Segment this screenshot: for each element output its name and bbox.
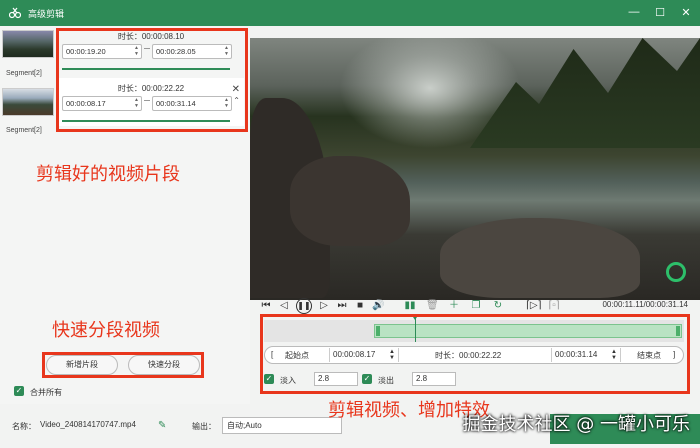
segment-thumbnails: Segment[2] Segment[2] bbox=[0, 26, 56, 144]
title-bar: 高级剪辑 — ☐ ✕ bbox=[0, 0, 700, 26]
window-title: 高级剪辑 bbox=[28, 8, 65, 19]
delete-icon[interactable]: 🗑 bbox=[426, 300, 439, 312]
skip-start-icon[interactable]: ⏮ bbox=[260, 300, 272, 312]
annotation-box bbox=[260, 314, 690, 394]
minimize-icon[interactable]: — bbox=[628, 4, 640, 20]
name-field[interactable]: Video_240814170747.mp4 bbox=[36, 417, 174, 434]
maximize-icon[interactable]: ☐ bbox=[654, 4, 666, 20]
segment-thumbnail[interactable] bbox=[2, 88, 54, 116]
segment-thumb-label: Segment[2] bbox=[6, 70, 42, 77]
next-frame-icon[interactable]: ▷ bbox=[318, 300, 330, 312]
annotation-split: 快速分段视频 bbox=[52, 320, 160, 341]
watermark-text: 掘金技术社区 @ 一罐小可乐 bbox=[462, 414, 690, 435]
output-select[interactable]: 自动;Auto bbox=[222, 417, 342, 434]
pause-icon[interactable]: ❚❚ bbox=[296, 298, 312, 314]
merge-all-label: 合并所有 bbox=[30, 388, 62, 397]
stop-icon[interactable]: ■ bbox=[354, 300, 366, 312]
close-icon[interactable]: ✕ bbox=[680, 4, 692, 20]
edit-icon[interactable]: ✎ bbox=[158, 420, 166, 431]
mark-out-icon[interactable]: ⌈▫⌉ bbox=[548, 300, 560, 312]
segment-panel: Segment[2] Segment[2] 时长：00:00:08.10 00:… bbox=[0, 26, 250, 404]
annotation-box bbox=[56, 28, 248, 132]
output-label: 输出： bbox=[192, 422, 216, 431]
segment-thumb-label: Segment[2] bbox=[6, 127, 42, 134]
video-rock bbox=[440, 218, 640, 298]
merge-all-checkbox[interactable]: ✓ bbox=[14, 386, 24, 396]
split-icon[interactable]: ▮▮ bbox=[404, 300, 416, 312]
editor-panel: ⏮ ◁ ❚❚ ▷ ⏭ ■ 🔊 ▮▮ 🗑 ＋ ❐ ↻ ⌈▷⌉ ⌈▫⌉ 00:00:… bbox=[250, 26, 700, 404]
prev-frame-icon[interactable]: ◁ bbox=[278, 300, 290, 312]
name-label: 名称： bbox=[12, 422, 36, 431]
quick-split-button[interactable]: 快速分段 bbox=[128, 355, 200, 375]
app-logo-icon bbox=[8, 6, 22, 20]
player-controls: ⏮ ◁ ❚❚ ▷ ⏭ ■ 🔊 ▮▮ 🗑 ＋ ❐ ↻ ⌈▷⌉ ⌈▫⌉ 00:00:… bbox=[250, 294, 700, 316]
watermark-logo-icon bbox=[666, 262, 686, 282]
annotation-segments: 剪辑好的视频片段 bbox=[36, 164, 180, 185]
time-display: 00:00:11.11/00:00:31.14 bbox=[602, 300, 688, 309]
reset-icon[interactable]: ↻ bbox=[492, 300, 504, 312]
video-trees bbox=[470, 38, 700, 148]
copy-icon[interactable]: ❐ bbox=[470, 300, 482, 312]
add-icon[interactable]: ＋ bbox=[448, 300, 460, 312]
volume-icon[interactable]: 🔊 bbox=[372, 300, 384, 312]
video-rock bbox=[290, 156, 410, 246]
skip-end-icon[interactable]: ⏭ bbox=[336, 300, 348, 312]
segment-thumbnail[interactable] bbox=[2, 30, 54, 58]
video-preview[interactable] bbox=[250, 38, 700, 300]
mark-in-icon[interactable]: ⌈▷⌉ bbox=[526, 300, 542, 312]
add-segment-button[interactable]: 新增片段 bbox=[46, 355, 118, 375]
